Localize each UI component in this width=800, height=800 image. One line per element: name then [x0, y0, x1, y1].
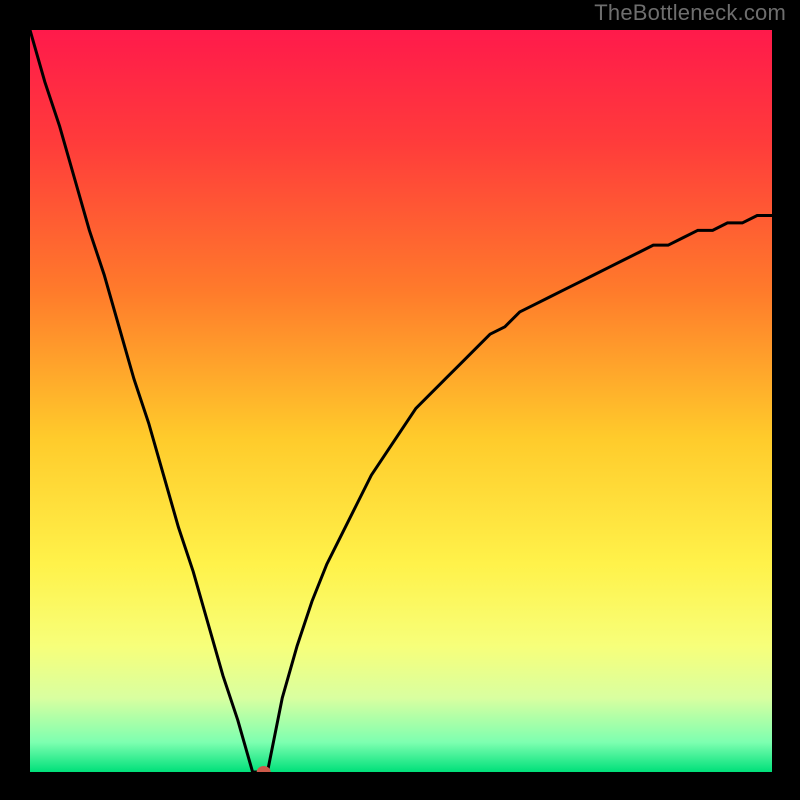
plot-area: [30, 30, 772, 772]
bottleneck-chart: [30, 30, 772, 772]
watermark-text: TheBottleneck.com: [594, 0, 786, 26]
chart-frame: TheBottleneck.com: [0, 0, 800, 800]
